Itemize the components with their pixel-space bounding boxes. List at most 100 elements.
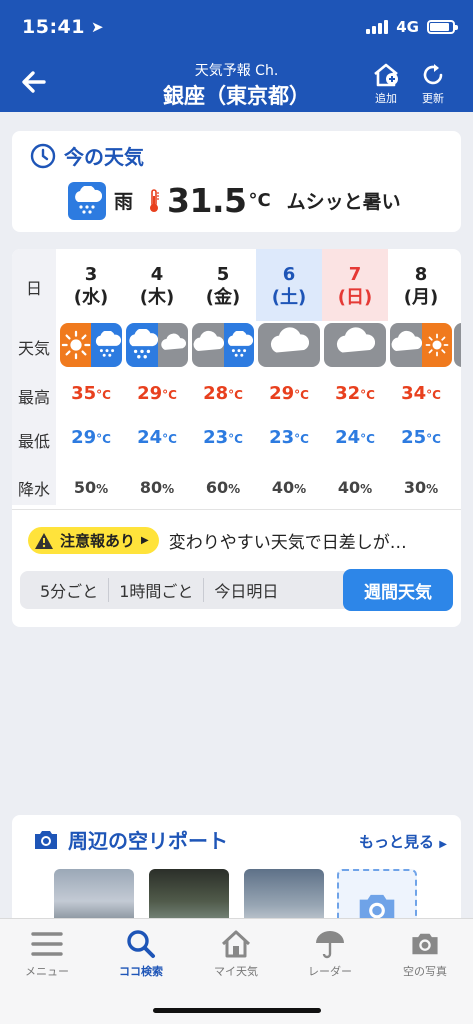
min-temp: 24 <box>335 427 361 448</box>
camera-icon <box>35 830 57 849</box>
precip-unit: % <box>162 482 175 496</box>
home-add-icon <box>374 63 398 87</box>
home-icon <box>221 930 251 958</box>
temp-unit: °C <box>294 388 309 402</box>
refresh-button[interactable]: 更新 <box>413 62 453 106</box>
next-day-peek <box>454 323 461 367</box>
report-title: 周辺の空リポート <box>68 829 228 853</box>
rain-icon <box>68 181 106 220</box>
precip-chance: 40 <box>337 478 361 497</box>
status-bar: 15:41 ➤ 4G <box>22 14 458 40</box>
temp-unit: °C <box>360 432 375 446</box>
temp-unit: °C <box>162 432 177 446</box>
weekly-forecast-card: 日 天気 最高 最低 降水 3 (水) 35°C 29°C 50% 4 (木) 29… <box>12 249 461 627</box>
min-temp: 24 <box>137 427 163 448</box>
forecast-day[interactable]: 6 (土) 29°C 23°C 40% <box>256 249 322 505</box>
sun-then-rain-icon <box>60 323 122 367</box>
cloud-icon <box>324 323 386 367</box>
temp-unit: °C <box>360 388 375 402</box>
forecast-day[interactable]: 3 (水) 35°C 29°C 50% <box>58 249 124 505</box>
max-temp: 29 <box>137 383 163 404</box>
warning-icon <box>35 532 53 549</box>
forecast-day[interactable]: 5 (金) 28°C 23°C 60% <box>190 249 256 505</box>
battery-icon <box>427 20 458 34</box>
alert-badge[interactable]: 注意報あり ▶ <box>28 527 159 554</box>
forecast-day[interactable]: 4 (木) 29°C 24°C 80% <box>124 249 190 505</box>
refresh-icon <box>423 64 443 85</box>
add-button[interactable]: 追加 <box>366 62 406 106</box>
app-header: 15:41 ➤ 4G 天気予報 Ch. 銀座（東京都） 追加 更新 <box>0 0 473 112</box>
forecast-day[interactable]: 8 (月) 34°C 25°C 30% <box>388 249 454 505</box>
max-temp: 28 <box>203 383 229 404</box>
current-weather-card: 今の天気 雨 31.5 °C ムシッと暑い <box>12 131 461 232</box>
min-temp: 25 <box>401 427 427 448</box>
row-labels: 日 天気 最高 最低 降水 <box>12 249 56 505</box>
forecast-day[interactable]: 7 (日) 32°C 24°C 40% <box>322 249 388 505</box>
tab-radar[interactable]: レーダー <box>283 929 377 979</box>
tab-today-tomorrow[interactable]: 今日明日 <box>204 578 288 602</box>
tab-search[interactable]: ココ検索 <box>94 929 188 979</box>
tab-menu-label: メニュー <box>25 965 69 978</box>
tab-radar-label: レーダー <box>308 965 352 978</box>
status-time: 15:41 <box>22 16 85 38</box>
tab-sky-photo[interactable]: 空の写真 <box>378 929 472 979</box>
tab-weekly[interactable]: 週間天気 <box>343 569 453 611</box>
precip-unit: % <box>426 482 439 496</box>
divider <box>12 509 461 510</box>
temp-unit: °C <box>162 388 177 402</box>
precip-chance: 40 <box>271 478 295 497</box>
tab-menu[interactable]: メニュー <box>0 929 94 979</box>
tab-5min[interactable]: 5分ごと <box>20 578 110 602</box>
precip-unit: % <box>360 482 373 496</box>
day-date: 8 <box>414 264 428 285</box>
temperature-unit: °C <box>248 190 271 211</box>
forecast-range-tabs: 5分ごと 1時間ごと 今日明日 週間天気 <box>20 569 453 611</box>
rain-then-cloud-icon <box>126 323 188 367</box>
umbrella-icon <box>316 931 344 959</box>
temp-unit: °C <box>96 432 111 446</box>
tab-my-weather-label: マイ天気 <box>214 965 258 978</box>
clock-icon <box>30 143 56 168</box>
row-label-precip: 降水 <box>17 480 50 499</box>
min-temp: 29 <box>71 427 97 448</box>
day-weekday: (木) <box>139 287 175 308</box>
tab-search-label: ココ検索 <box>119 965 163 978</box>
cloud-icon <box>258 323 320 367</box>
day-weekday: (土) <box>271 287 307 308</box>
tab-sky-photo-label: 空の写真 <box>403 965 447 978</box>
max-temp: 34 <box>401 383 427 404</box>
temp-unit: °C <box>294 432 309 446</box>
day-weekday: (月) <box>403 287 439 308</box>
day-date: 3 <box>84 264 98 285</box>
temp-unit: °C <box>228 432 243 446</box>
add-label: 追加 <box>375 92 397 105</box>
current-description: ムシッと暑い <box>286 191 401 213</box>
min-temp: 23 <box>269 427 295 448</box>
precip-unit: % <box>96 482 109 496</box>
max-temp: 32 <box>335 383 361 404</box>
precip-unit: % <box>228 482 241 496</box>
see-more-label: もっと見る <box>359 833 435 851</box>
see-more-link[interactable]: もっと見る ▶ <box>359 831 447 852</box>
day-date: 4 <box>150 264 164 285</box>
search-icon <box>127 930 155 958</box>
current-section-title: 今の天気 <box>64 145 144 169</box>
day-weekday: (金) <box>205 287 241 308</box>
cloud-then-rain-icon <box>192 323 254 367</box>
tab-hourly[interactable]: 1時間ごと <box>109 578 205 602</box>
alert-row[interactable]: 注意報あり ▶ 変わりやすい天気で日差しが… <box>28 527 407 554</box>
max-temp: 29 <box>269 383 295 404</box>
current-weather-label: 雨 <box>114 191 134 213</box>
day-date: 6 <box>282 264 296 285</box>
precip-chance: 30 <box>403 478 427 497</box>
max-temp: 35 <box>71 383 97 404</box>
precip-chance: 80 <box>139 478 163 497</box>
cloud-then-sun-icon <box>390 323 452 367</box>
precip-unit: % <box>294 482 307 496</box>
temp-unit: °C <box>426 432 441 446</box>
location-arrow-icon: ➤ <box>90 18 104 36</box>
alert-badge-label: 注意報あり <box>60 532 136 550</box>
day-weekday: (水) <box>73 287 109 308</box>
tab-my-weather[interactable]: マイ天気 <box>189 929 283 979</box>
current-temperature: 31.5 <box>167 181 247 220</box>
